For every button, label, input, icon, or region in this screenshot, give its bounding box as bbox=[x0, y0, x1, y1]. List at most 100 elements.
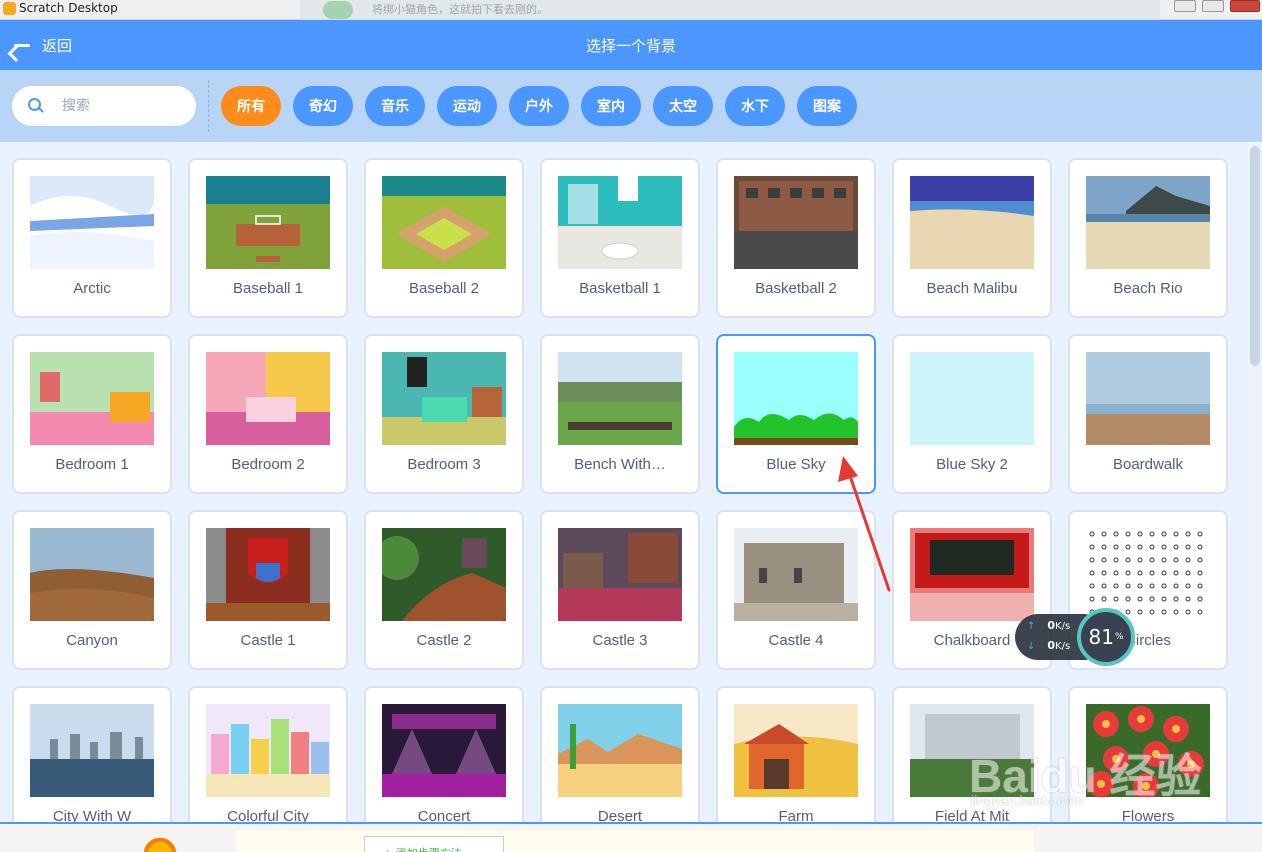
backdrop-card[interactable]: Blue Sky 2 bbox=[892, 334, 1052, 494]
basketball-building-icon bbox=[734, 176, 858, 269]
upload-unit: K/s bbox=[1055, 621, 1071, 632]
backdrop-name: Arctic bbox=[73, 280, 111, 297]
sun-icon bbox=[140, 836, 180, 852]
backdrop-name: Bedroom 2 bbox=[231, 456, 305, 473]
backdrop-name: Basketball 2 bbox=[755, 280, 837, 297]
castle-forest-icon bbox=[382, 528, 506, 621]
backdrop-name: Blue Sky 2 bbox=[936, 456, 1008, 473]
backdrop-card[interactable]: Concert bbox=[364, 686, 524, 822]
arctic-icon bbox=[30, 176, 154, 269]
baseball-field-icon bbox=[206, 176, 330, 269]
bottom-strip: + 添加步骤方法 bbox=[0, 822, 1262, 852]
backdrop-card[interactable]: Blue Sky bbox=[716, 334, 876, 494]
backdrop-name: Beach Malibu bbox=[926, 280, 1018, 297]
backdrop-card[interactable]: Castle 3 bbox=[540, 510, 700, 670]
desert-icon bbox=[558, 704, 682, 797]
download-value: 0 bbox=[1047, 639, 1056, 652]
backdrop-card[interactable]: Baseball 2 bbox=[364, 158, 524, 318]
add-step-button[interactable]: + 添加步骤方法 bbox=[364, 836, 504, 852]
bench-icon bbox=[558, 352, 682, 445]
castle-shield-icon bbox=[206, 528, 330, 621]
backdrop-card[interactable]: Desert bbox=[540, 686, 700, 822]
maximize-icon[interactable] bbox=[1202, 0, 1224, 12]
backdrop-card[interactable]: Arctic bbox=[12, 158, 172, 318]
tag-6[interactable]: 太空 bbox=[653, 86, 713, 126]
search-icon bbox=[28, 98, 44, 114]
upload-arrow-icon: ↑ bbox=[1027, 621, 1036, 632]
backdrop-name: Castle 4 bbox=[768, 632, 824, 649]
close-icon[interactable] bbox=[1230, 0, 1260, 12]
backdrop-name: Field At Mit bbox=[934, 808, 1010, 822]
boardwalk-icon bbox=[1086, 352, 1210, 445]
backdrop-card[interactable]: Boardwalk bbox=[1068, 334, 1228, 494]
tag-1[interactable]: 奇幻 bbox=[293, 86, 353, 126]
backdrop-name: Farm bbox=[778, 808, 814, 822]
backdrop-name: Bedroom 1 bbox=[55, 456, 129, 473]
watermark-sub: jingyan.baidu.com bbox=[971, 792, 1084, 808]
backdrop-name: City With W bbox=[52, 808, 132, 822]
baseball-diamond-icon bbox=[382, 176, 506, 269]
bottom-panel bbox=[236, 830, 1034, 852]
backdrop-card[interactable]: Castle 1 bbox=[188, 510, 348, 670]
backdrop-card[interactable]: Castle 4 bbox=[716, 510, 876, 670]
tag-0[interactable]: 所有 bbox=[221, 86, 281, 126]
tag-8[interactable]: 图案 bbox=[797, 86, 857, 126]
network-monitor-widget[interactable]: ↑ 0K/s ↓ 0K/s 81% bbox=[1015, 608, 1135, 666]
tag-7[interactable]: 水下 bbox=[725, 86, 785, 126]
backdrop-card[interactable]: City With W bbox=[12, 686, 172, 822]
backdrop-card[interactable]: Colorful City bbox=[188, 686, 348, 822]
backdrop-card[interactable]: Basketball 2 bbox=[716, 158, 876, 318]
window-titlebar: Scratch Desktop 将绑小猫角色，这就拍下看去刚的。 bbox=[0, 0, 1262, 20]
backdrop-card[interactable]: Beach Malibu bbox=[892, 158, 1052, 318]
backdrop-card[interactable]: Canyon bbox=[12, 510, 172, 670]
backdrop-card[interactable]: Basketball 1 bbox=[540, 158, 700, 318]
blue-sky-plain-icon bbox=[910, 352, 1034, 445]
library-header: 返回 选择一个背景 bbox=[0, 20, 1262, 70]
tag-5[interactable]: 室内 bbox=[581, 86, 641, 126]
minimize-icon[interactable] bbox=[1174, 0, 1196, 12]
canyon-icon bbox=[30, 528, 154, 621]
tag-2[interactable]: 音乐 bbox=[365, 86, 425, 126]
backdrop-name: Desert bbox=[597, 808, 643, 822]
tag-4[interactable]: 户外 bbox=[509, 86, 569, 126]
download-unit: K/s bbox=[1055, 641, 1071, 652]
backdrop-grid: Arctic Baseball 1 Baseball 2 Basketball 1 Ba… bbox=[0, 142, 1262, 822]
page-title: 选择一个背景 bbox=[585, 37, 676, 55]
scratch-app-icon bbox=[3, 2, 16, 15]
beach-mountain-icon bbox=[1086, 176, 1210, 269]
netmon-download: ↓ 0K/s bbox=[1027, 639, 1070, 652]
filter-divider bbox=[208, 80, 209, 132]
scroll-thumb[interactable] bbox=[1250, 146, 1260, 366]
download-arrow-icon: ↓ bbox=[1027, 641, 1036, 652]
backdrop-name: Blue Sky bbox=[766, 456, 826, 473]
backdrop-card[interactable]: Bedroom 3 bbox=[364, 334, 524, 494]
search-input[interactable] bbox=[62, 98, 182, 114]
ghost-text: 将绑小猫角色，这就拍下看去刚的。 bbox=[372, 4, 548, 16]
grid-scrollbar[interactable] bbox=[1248, 142, 1262, 822]
backdrop-name: Basketball 1 bbox=[579, 280, 661, 297]
usage-dial: 81% bbox=[1077, 608, 1135, 666]
backdrop-card[interactable]: Farm bbox=[716, 686, 876, 822]
chalkboard-icon bbox=[910, 528, 1034, 621]
backdrop-card[interactable]: Bedroom 2 bbox=[188, 334, 348, 494]
usage-percent: 81 bbox=[1088, 625, 1114, 649]
colorful-city-icon bbox=[206, 704, 330, 797]
backdrop-card[interactable]: Baseball 1 bbox=[188, 158, 348, 318]
backdrop-name: Beach Rio bbox=[1113, 280, 1183, 297]
filter-bar: 所有奇幻音乐运动户外室内太空水下图案 bbox=[0, 70, 1262, 142]
tag-3[interactable]: 运动 bbox=[437, 86, 497, 126]
backdrop-card[interactable]: Castle 2 bbox=[364, 510, 524, 670]
backdrop-name: Canyon bbox=[66, 632, 118, 649]
backdrop-card[interactable]: Beach Rio bbox=[1068, 158, 1228, 318]
backdrop-name: Concert bbox=[417, 808, 471, 822]
backdrop-card[interactable]: Bedroom 1 bbox=[12, 334, 172, 494]
ghost-badge bbox=[323, 1, 353, 19]
basketball-court-icon bbox=[558, 176, 682, 269]
backdrop-name: Castle 1 bbox=[240, 632, 296, 649]
backdrop-name: Boardwalk bbox=[1112, 456, 1184, 473]
backdrop-card[interactable]: Bench With… bbox=[540, 334, 700, 494]
beach-icon bbox=[910, 176, 1034, 269]
backdrop-name: Bedroom 3 bbox=[407, 456, 481, 473]
search-box[interactable] bbox=[12, 86, 196, 126]
blue-sky-icon bbox=[734, 352, 858, 445]
